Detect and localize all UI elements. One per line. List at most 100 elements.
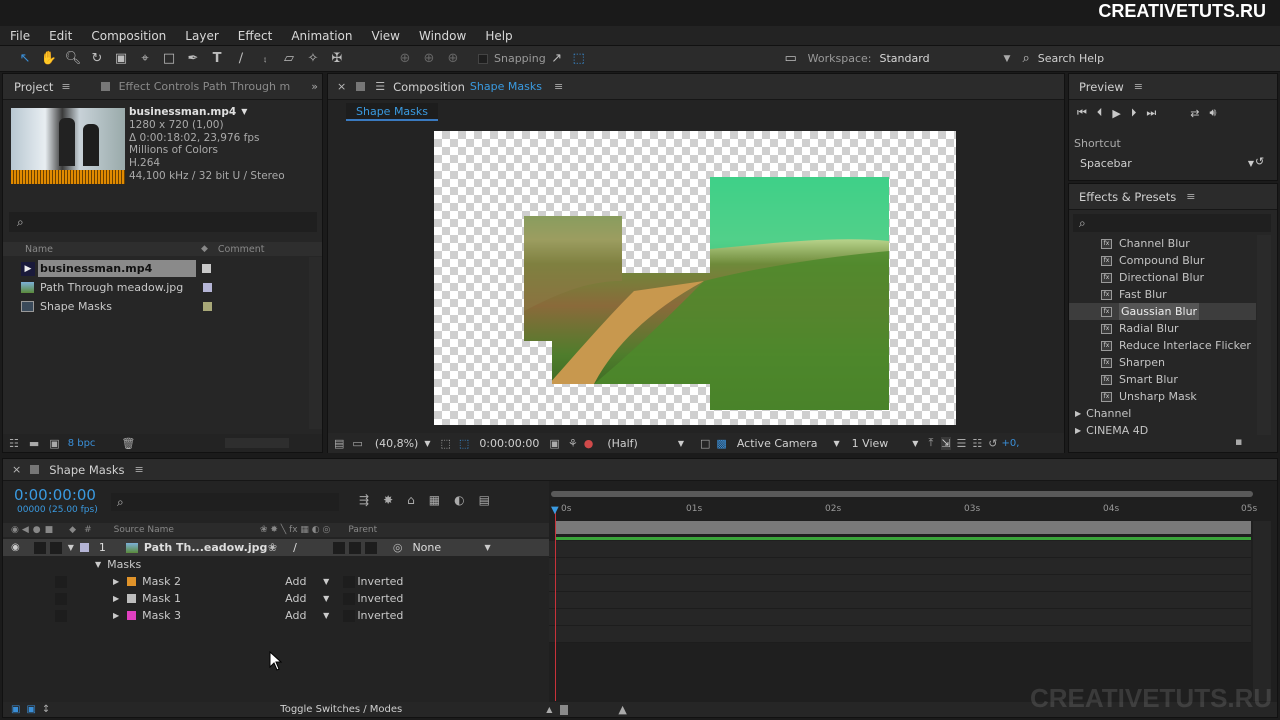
frame-blending-icon[interactable]: ▦ (429, 493, 440, 507)
mask-lock-toggle[interactable] (55, 592, 67, 605)
pen-tool-icon[interactable]: ✒ (182, 48, 204, 70)
reset-exposure-icon[interactable]: ↺ (988, 437, 997, 450)
exposure-value[interactable]: +0, (1002, 438, 1020, 449)
mask-color-swatch[interactable] (127, 611, 137, 620)
pan-behind-tool-icon[interactable]: ⌖ (134, 48, 156, 70)
fast-previews-icon[interactable]: ⇲ (941, 436, 951, 450)
audio-icon[interactable]: 🔊︎ (1210, 106, 1217, 120)
type-tool-icon[interactable]: T (206, 48, 228, 70)
resolution-dropdown[interactable]: (Half) (607, 437, 638, 450)
col-source-name[interactable]: Source Name (114, 525, 174, 535)
snap-target-icon[interactable]: ⬚ (568, 48, 590, 70)
effect-item[interactable]: fx Smart Blur (1101, 371, 1256, 388)
delete-icon[interactable]: 🗑︎ (121, 437, 135, 450)
new-folder-icon[interactable]: ▬ (29, 437, 39, 450)
effect-item[interactable]: fx Fast Blur (1101, 286, 1256, 303)
close-composition-icon[interactable]: × (337, 80, 346, 93)
monitor-icon[interactable]: ▭ (352, 437, 362, 450)
tab-effect-controls[interactable]: Effect Controls Path Through m (119, 80, 291, 93)
magnification-dropdown[interactable]: (40,8%) (375, 437, 419, 450)
hand-tool-icon[interactable]: ✋ (38, 48, 60, 70)
clone-stamp-tool-icon[interactable]: ⨾ (254, 48, 276, 70)
menu-window[interactable]: Window (409, 26, 475, 46)
effects-search-field[interactable]: ⌕ (1073, 214, 1271, 232)
menu-file[interactable]: File (0, 26, 39, 46)
views-arrow-icon[interactable]: ▼ (912, 439, 918, 448)
zoom-tool-icon[interactable]: 🔍︎ (62, 48, 84, 70)
new-composition-icon[interactable]: ▣ (49, 437, 59, 450)
masks-group-row[interactable]: ▼ Masks (3, 556, 549, 573)
menu-view[interactable]: View (362, 26, 409, 46)
expand-layer-switches-icon[interactable]: ▣ (11, 704, 20, 715)
project-hscroll[interactable] (225, 438, 290, 448)
panel-overflow-icon[interactable]: » (311, 80, 318, 93)
timeline-search-field[interactable]: ⌕ (111, 493, 339, 511)
composition-tab-prefix[interactable]: Composition (393, 80, 465, 94)
layer-name[interactable]: Path Th...eadow.jpg (144, 541, 268, 554)
time-graph[interactable]: 0s 01s 02s 03s 04s 05s ▼ (549, 481, 1277, 703)
always-preview-icon[interactable]: ▤ (334, 437, 344, 450)
puppet-tool-icon[interactable]: ✠ (326, 48, 348, 70)
last-frame-icon[interactable]: ⏭︎ (1146, 106, 1156, 120)
expand-arrow-icon[interactable]: ▶ (1075, 405, 1081, 422)
graph-editor-icon[interactable]: ▤ (479, 493, 490, 507)
current-time-indicator-icon[interactable]: ▼ (551, 505, 559, 516)
workspace-dropdown-arrow-icon[interactable]: ▼ (1004, 54, 1011, 64)
transparency-grid-icon[interactable]: ▩ (716, 437, 726, 450)
project-item[interactable]: Shape Masks (3, 297, 322, 316)
snapping-checkbox[interactable] (478, 53, 488, 64)
project-menu-icon[interactable]: ≡ (61, 80, 70, 93)
mask-row[interactable]: ▶ Mask 2 Add ▼ Inverted (3, 573, 549, 590)
layer-row[interactable]: ◉ ▼ 1 Path Th...eadow.jpg ❀ ∕ ◎ None ▼ (3, 539, 549, 556)
toggle-switches-modes-button[interactable]: Toggle Switches / Modes (280, 704, 402, 715)
project-item[interactable]: ▶ businessman.mp4 ☷ (3, 259, 322, 278)
time-ruler[interactable]: 0s 01s 02s 03s 04s 05s (549, 503, 1257, 517)
label-color-swatch[interactable] (202, 264, 211, 273)
eraser-tool-icon[interactable]: ▱ (278, 48, 300, 70)
project-scrollbar[interactable] (309, 257, 322, 429)
shortcut-dropdown[interactable]: Spacebar ▼ (1074, 154, 1254, 172)
menu-edit[interactable]: Edit (39, 26, 81, 46)
timeline-vscroll[interactable] (1253, 521, 1271, 701)
play-icon[interactable]: ▶ (1112, 107, 1120, 120)
mask-inverted-checkbox[interactable] (343, 609, 356, 622)
reset-shortcut-icon[interactable]: ↺ (1255, 155, 1264, 168)
video-visibility-icon[interactable]: ◉ (11, 542, 20, 553)
preview-menu-icon[interactable]: ≡ (1134, 80, 1143, 93)
region-of-interest-icon[interactable]: □ (700, 437, 710, 450)
toggle-mask-visibility-icon[interactable]: ⬚ (459, 437, 469, 450)
project-search-field[interactable]: ⌕ (9, 212, 317, 232)
masks-expand-icon[interactable]: ▼ (95, 560, 101, 569)
menu-composition[interactable]: Composition (81, 26, 175, 46)
solo-toggle[interactable] (49, 541, 62, 554)
work-area-bar[interactable] (551, 491, 1253, 497)
effects-menu-icon[interactable]: ≡ (1186, 190, 1195, 203)
selection-tool-icon[interactable]: ↖ (14, 48, 36, 70)
3d-switch[interactable] (364, 541, 377, 554)
adjustment-switch[interactable] (348, 541, 361, 554)
axis-local-icon[interactable]: ⊕ (394, 48, 416, 70)
layer-expand-icon[interactable]: ▼ (68, 543, 74, 552)
tab-project[interactable]: Project (14, 80, 53, 94)
asset-dropdown-icon[interactable]: ▼ (241, 106, 247, 119)
mask-mode-arrow-icon[interactable]: ▼ (323, 594, 329, 603)
close-timeline-icon[interactable]: × (12, 463, 21, 476)
effect-group-channel[interactable]: ▶ Channel (1075, 405, 1255, 422)
mask-row[interactable]: ▶ Mask 1 Add ▼ Inverted (3, 590, 549, 607)
camera-arrow-icon[interactable]: ▼ (834, 439, 840, 448)
parent-pickwhip-icon[interactable]: ◎ (393, 541, 403, 554)
effect-item[interactable]: fx Radial Blur (1101, 320, 1256, 337)
layer-duration-bar[interactable] (555, 521, 1251, 534)
timeline-menu-icon[interactable]: ≡ (135, 463, 144, 476)
composition-subtab[interactable]: Shape Masks (346, 103, 439, 121)
toggle-pixel-aspect-icon[interactable]: ⤒ (928, 436, 933, 450)
mask-name[interactable]: Mask 1 (142, 592, 285, 605)
expand-time-controls-icon[interactable]: ↕ (42, 704, 50, 715)
composition-tab-name[interactable]: Shape Masks (470, 80, 542, 93)
first-frame-icon[interactable]: ⏮︎ (1077, 106, 1087, 120)
mask-inverted-checkbox[interactable] (343, 592, 356, 605)
camera-tool-icon[interactable]: ▣ (110, 48, 132, 70)
quality-switch-icon[interactable]: ∕ (293, 541, 297, 554)
mask-tracks[interactable] (549, 541, 1251, 643)
previous-frame-icon[interactable]: ⏴︎ (1097, 106, 1103, 120)
